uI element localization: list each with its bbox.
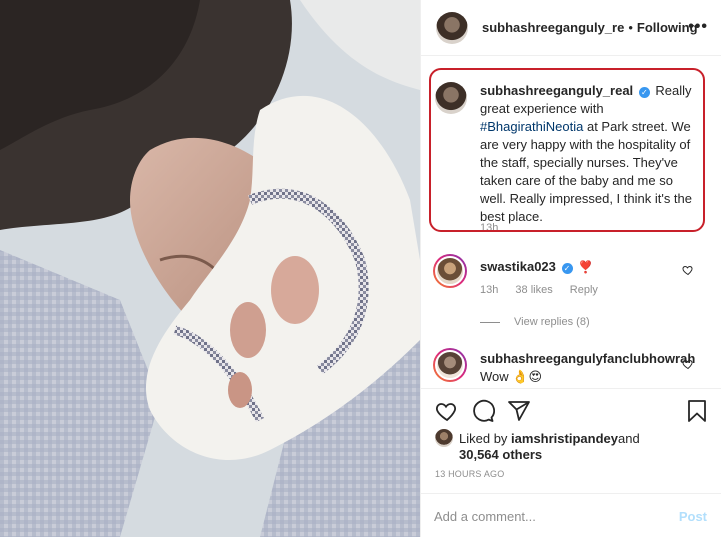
caption-username[interactable]: subhashreeganguly_real — [480, 83, 633, 98]
commenter-avatar[interactable] — [433, 348, 467, 382]
post-actions-section: Liked by iamshristipandey and 30,564 oth… — [420, 388, 721, 537]
view-replies-button[interactable]: View replies (8) — [480, 316, 590, 328]
post-photo[interactable] — [0, 0, 420, 537]
comment-likes[interactable]: 38 likes — [515, 284, 552, 296]
view-replies-label: View replies (8) — [514, 316, 590, 328]
view-replies-line — [480, 321, 500, 323]
comment-body: subhashreegangulyfanclubhowrah Wow 👌😍 — [480, 348, 698, 386]
author-username[interactable]: subhashreeganguly_re — [482, 20, 624, 35]
action-icons — [435, 399, 531, 423]
likes-count[interactable]: 30,564 others — [459, 447, 542, 462]
author-avatar[interactable] — [436, 11, 468, 44]
post-comment-button[interactable]: Post — [679, 509, 707, 524]
header-separator: • — [628, 20, 633, 35]
liked-by-avatar[interactable] — [435, 429, 453, 447]
caption-text-after: at Park street. We are very happy with t… — [480, 119, 693, 224]
liked-by-user[interactable]: iamshristipandey — [511, 431, 618, 446]
hashtag-link[interactable]: #BhagirathiNeotia — [480, 119, 583, 134]
comment-icon[interactable] — [471, 399, 495, 423]
like-comment-heart-icon[interactable] — [682, 358, 694, 370]
commenter-username[interactable]: subhashreegangulyfanclubhowrah — [480, 351, 695, 366]
like-comment-heart-icon[interactable] — [682, 264, 694, 276]
liked-by: Liked by iamshristipandey and — [435, 429, 640, 447]
comment-meta: 13h 38 likes Reply — [480, 284, 698, 296]
verified-icon: ✓ — [561, 263, 573, 274]
comment-text: Wow 👌😍 — [480, 369, 543, 384]
caption: subhashreeganguly_real ✓ Really great ex… — [435, 74, 697, 226]
post-photo-illustration — [0, 0, 420, 537]
liked-by-prefix: Liked by — [459, 430, 508, 446]
comment-input[interactable] — [434, 508, 679, 524]
share-icon[interactable] — [507, 399, 531, 423]
add-comment-bar: Post — [420, 493, 721, 537]
commenter-username[interactable]: swastika023 — [480, 259, 556, 274]
comment-text: ❣️ — [578, 260, 594, 274]
caption-timestamp[interactable]: 13h — [480, 222, 498, 234]
caption-text: subhashreeganguly_real ✓ Really great ex… — [480, 82, 697, 226]
comment-time[interactable]: 13h — [480, 284, 498, 296]
bookmark-icon[interactable] — [685, 399, 709, 423]
heart-icon[interactable] — [435, 399, 459, 423]
more-icon[interactable]: ••• — [688, 18, 708, 36]
liked-by-suffix: and — [617, 430, 640, 446]
comment-item: subhashreegangulyfanclubhowrah Wow 👌😍 — [433, 348, 698, 386]
comment-item: swastika023 ✓ ❣️ 13h 38 likes Reply — [433, 254, 698, 296]
reply-button[interactable]: Reply — [570, 284, 598, 296]
comment-body: swastika023 ✓ ❣️ — [480, 254, 698, 276]
save-button[interactable] — [685, 399, 709, 423]
post-header: subhashreeganguly_re • Following ••• — [421, 0, 721, 56]
verified-icon: ✓ — [638, 87, 650, 98]
caption-author-avatar[interactable] — [435, 82, 467, 114]
post-timestamp[interactable]: 13 HOURS AGO — [435, 469, 504, 479]
commenter-avatar[interactable] — [433, 254, 467, 288]
